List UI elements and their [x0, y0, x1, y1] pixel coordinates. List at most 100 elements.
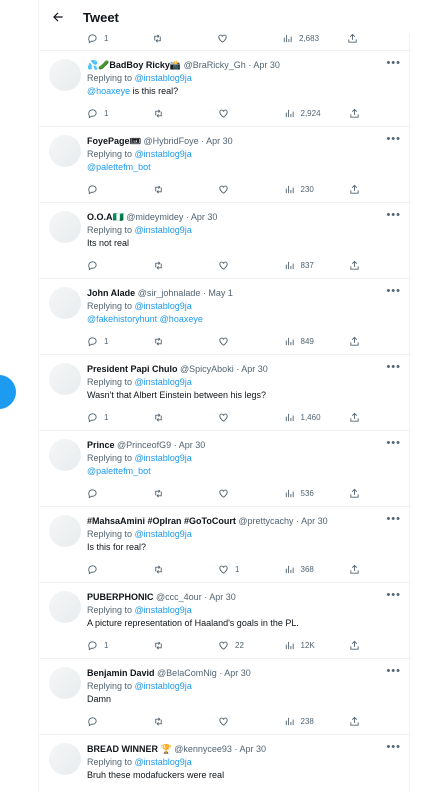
- views-button[interactable]: 2,683: [282, 33, 338, 44]
- like-button[interactable]: [218, 108, 274, 119]
- replying-to-handle[interactable]: @instablog9ja: [135, 301, 192, 311]
- avatar[interactable]: [49, 135, 81, 167]
- author-name[interactable]: #MahsaAmini #OpIran #GoToCourt: [87, 516, 236, 526]
- more-button[interactable]: •••: [386, 589, 401, 601]
- author-name[interactable]: John Alade: [87, 288, 135, 298]
- reply-button[interactable]: [87, 260, 143, 271]
- author-handle[interactable]: @HybridFoye: [143, 136, 198, 146]
- retweet-button[interactable]: [153, 564, 209, 575]
- share-button[interactable]: [349, 260, 363, 271]
- avatar[interactable]: [49, 59, 81, 91]
- tweet-date[interactable]: Apr 30: [209, 592, 236, 602]
- author-handle[interactable]: @BelaComNig: [157, 668, 217, 678]
- replying-to-handle[interactable]: @instablog9ja: [135, 73, 192, 83]
- author-handle[interactable]: @ccc_4our: [156, 592, 202, 602]
- more-button[interactable]: •••: [386, 57, 401, 69]
- retweet-button[interactable]: [153, 336, 209, 347]
- reply-tweet[interactable]: #MahsaAmini #OpIran #GoToCourt @prettyca…: [39, 507, 411, 583]
- author-name[interactable]: Prince: [87, 440, 115, 450]
- reply-tweet[interactable]: PUBERPHONIC @ccc_4our · Apr 30 Replying …: [39, 583, 411, 659]
- avatar[interactable]: [49, 439, 81, 471]
- reply-button[interactable]: [87, 488, 143, 499]
- reply-button[interactable]: 1: [87, 640, 143, 651]
- more-button[interactable]: •••: [386, 741, 401, 753]
- reply-tweet[interactable]: Prince @PrinceofG9 · Apr 30 Replying to …: [39, 431, 411, 507]
- author-name[interactable]: 💦🥒BadBoy Ricky📸: [87, 60, 181, 70]
- author-name[interactable]: Benjamin David: [87, 668, 155, 678]
- retweet-button[interactable]: [152, 33, 208, 44]
- author-handle[interactable]: @PrinceofG9: [117, 440, 171, 450]
- replying-to-handle[interactable]: @instablog9ja: [135, 681, 192, 691]
- more-button[interactable]: •••: [386, 133, 401, 145]
- tweet-date[interactable]: Apr 30: [301, 516, 328, 526]
- replying-to-handle[interactable]: @instablog9ja: [135, 605, 192, 615]
- share-button[interactable]: [349, 640, 363, 651]
- like-button[interactable]: [218, 488, 274, 499]
- avatar[interactable]: [49, 211, 81, 243]
- tweet-date[interactable]: Apr 30: [206, 136, 233, 146]
- retweet-button[interactable]: [153, 716, 209, 727]
- share-button[interactable]: [349, 412, 363, 423]
- reply-tweet[interactable]: President Papi Chulo @SpicyAboki · Apr 3…: [39, 355, 411, 431]
- share-button[interactable]: [349, 716, 363, 727]
- replying-to-handle[interactable]: @instablog9ja: [135, 529, 192, 539]
- retweet-button[interactable]: [153, 640, 209, 651]
- tweet-date[interactable]: Apr 30: [224, 668, 251, 678]
- share-button[interactable]: [349, 564, 363, 575]
- author-name[interactable]: PUBERPHONIC: [87, 592, 154, 602]
- replying-to-handle[interactable]: @instablog9ja: [135, 453, 192, 463]
- reply-tweet[interactable]: 💦🥒BadBoy Ricky📸 @BraRicky_Gh · Apr 30 Re…: [39, 51, 411, 127]
- author-name[interactable]: O.O.A🇳🇬: [87, 212, 124, 222]
- share-button[interactable]: [347, 33, 361, 44]
- like-button[interactable]: [218, 336, 274, 347]
- share-button[interactable]: [349, 488, 363, 499]
- reply-tweet[interactable]: FoyePage🎟 @HybridFoye · Apr 30 Replying …: [39, 127, 411, 203]
- author-handle[interactable]: @prettycachy: [238, 516, 293, 526]
- replying-to-handle[interactable]: @instablog9ja: [135, 225, 192, 235]
- like-button[interactable]: [218, 412, 274, 423]
- replying-to-handle[interactable]: @instablog9ja: [135, 757, 192, 767]
- text-mention[interactable]: @palettefm_bot: [87, 466, 151, 476]
- tweet-date[interactable]: Apr 30: [239, 744, 266, 754]
- author-handle[interactable]: @SpicyAboki: [180, 364, 234, 374]
- avatar[interactable]: [49, 363, 81, 395]
- tweet-date[interactable]: Apr 30: [179, 440, 206, 450]
- avatar[interactable]: [49, 287, 81, 319]
- views-button[interactable]: 368: [284, 564, 340, 575]
- replying-to-handle[interactable]: @instablog9ja: [135, 149, 192, 159]
- floating-action-button[interactable]: [0, 375, 16, 409]
- retweet-button[interactable]: [153, 184, 209, 195]
- like-button[interactable]: [218, 260, 274, 271]
- like-button[interactable]: [218, 184, 274, 195]
- author-handle[interactable]: @kennycee93: [174, 744, 232, 754]
- tweet-date[interactable]: May 1: [208, 288, 233, 298]
- author-name[interactable]: President Papi Chulo: [87, 364, 178, 374]
- like-button[interactable]: 22: [218, 640, 274, 651]
- views-button[interactable]: 1,460: [284, 412, 340, 423]
- retweet-button[interactable]: [153, 488, 209, 499]
- avatar[interactable]: [49, 743, 81, 775]
- reply-button[interactable]: [87, 564, 143, 575]
- reply-button[interactable]: [87, 716, 143, 727]
- text-mention[interactable]: @hoaxeye: [87, 86, 130, 96]
- reply-button[interactable]: 1: [87, 33, 143, 44]
- views-button[interactable]: 837: [284, 260, 340, 271]
- back-button[interactable]: [43, 2, 73, 32]
- retweet-button[interactable]: [153, 108, 209, 119]
- views-button[interactable]: 238: [284, 716, 340, 727]
- retweet-button[interactable]: [153, 260, 209, 271]
- author-handle[interactable]: @mideymidey: [126, 212, 183, 222]
- tweet-date[interactable]: Apr 30: [191, 212, 218, 222]
- more-button[interactable]: •••: [386, 665, 401, 677]
- retweet-button[interactable]: [153, 412, 209, 423]
- author-name[interactable]: BREAD WINNER 🏆: [87, 744, 172, 754]
- tweet-date[interactable]: Apr 30: [241, 364, 268, 374]
- views-button[interactable]: 536: [284, 488, 340, 499]
- more-button[interactable]: •••: [386, 285, 401, 297]
- share-button[interactable]: [349, 184, 363, 195]
- reply-tweet[interactable]: John Alade @sir_johnalade · May 1 Replyi…: [39, 279, 411, 355]
- views-button[interactable]: 2,924: [284, 108, 340, 119]
- reply-button[interactable]: 1: [87, 108, 143, 119]
- author-name[interactable]: FoyePage🎟: [87, 136, 141, 146]
- like-button[interactable]: [218, 716, 274, 727]
